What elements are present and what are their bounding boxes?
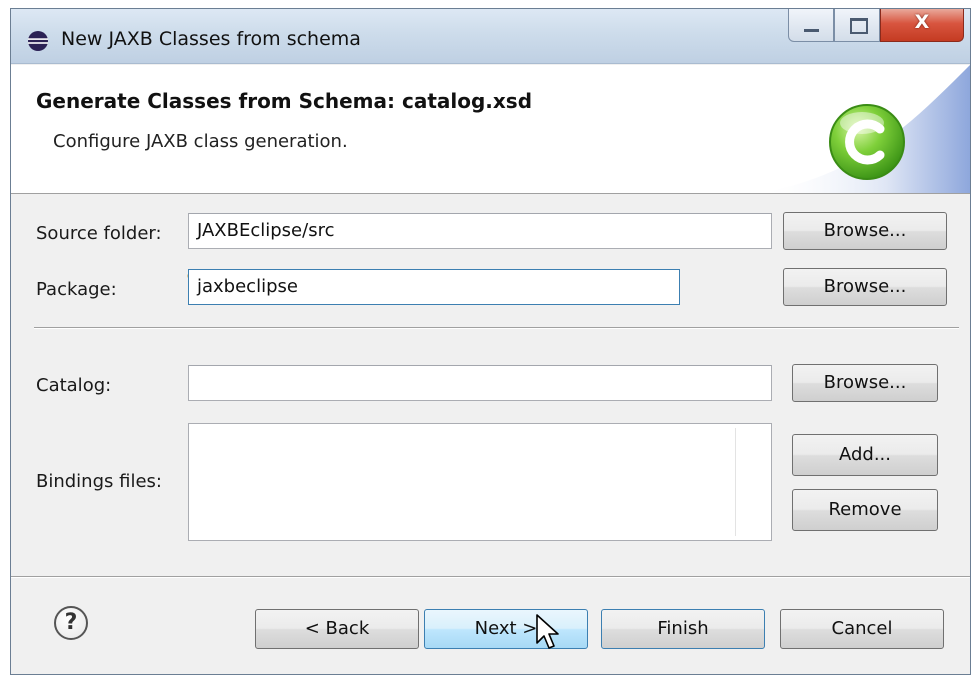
catalog-label: Catalog: (36, 375, 112, 396)
class-c-icon (829, 104, 905, 180)
add-binding-button[interactable]: Add... (792, 434, 938, 476)
catalog-field[interactable] (188, 365, 772, 401)
cancel-button[interactable]: Cancel (780, 609, 944, 649)
title-bar: New JAXB Classes from schema X (11, 9, 970, 64)
close-button[interactable]: X (880, 9, 964, 42)
package-label: Package: (36, 279, 117, 300)
eclipse-icon (28, 31, 48, 51)
bindings-files-label: Bindings files: (36, 471, 162, 492)
window-controls: X (788, 9, 964, 47)
back-button[interactable]: < Back (255, 609, 419, 649)
source-folder-label: Source folder: (36, 223, 162, 244)
source-folder-field[interactable]: JAXBEclipse/src (188, 213, 772, 249)
minimize-button[interactable] (788, 9, 834, 42)
window-title: New JAXB Classes from schema (61, 28, 361, 50)
help-icon[interactable]: ? (54, 606, 88, 640)
remove-binding-button[interactable]: Remove (792, 489, 938, 531)
catalog-browse-button[interactable]: Browse... (792, 364, 938, 402)
finish-button[interactable]: Finish (601, 609, 765, 649)
wizard-title: Generate Classes from Schema: catalog.xs… (36, 89, 533, 113)
close-icon: X (914, 11, 930, 33)
wizard-description: Configure JAXB class generation. (53, 131, 348, 152)
mouse-pointer-icon (536, 614, 559, 649)
bindings-files-list[interactable] (188, 423, 772, 541)
list-column-divider (735, 428, 736, 536)
source-folder-browse-button[interactable]: Browse... (783, 212, 947, 250)
maximize-button[interactable] (834, 9, 880, 42)
next-button[interactable]: Next > (424, 609, 588, 649)
package-field[interactable]: jaxbeclipse (188, 269, 680, 305)
wizard-header: Generate Classes from Schema: catalog.xs… (11, 65, 970, 194)
package-browse-button[interactable]: Browse... (783, 268, 947, 306)
dialog-window: New JAXB Classes from schema X Generate … (10, 8, 971, 675)
form-separator (34, 327, 959, 329)
footer-separator (11, 576, 970, 578)
